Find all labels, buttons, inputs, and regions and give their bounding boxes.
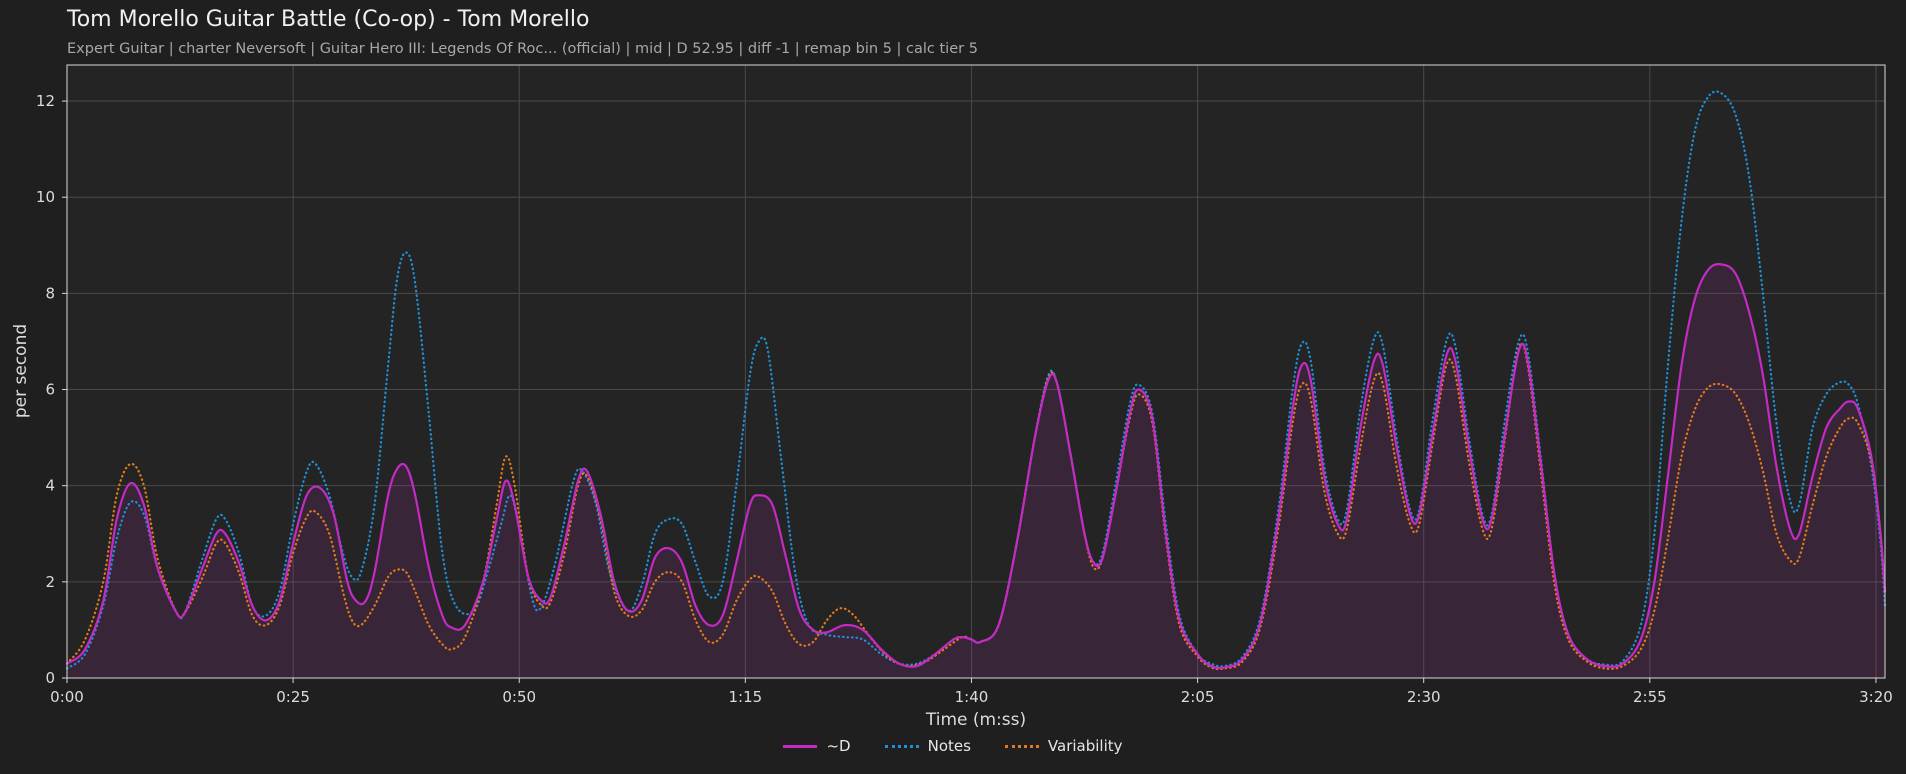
y-tick-label: 0: [45, 669, 55, 687]
y-tick-label: 6: [45, 381, 55, 399]
legend-item-notes: Notes: [884, 737, 971, 755]
x-tick-label: 0:25: [276, 688, 310, 706]
x-tick-label: 1:15: [729, 688, 763, 706]
x-tick-label: 0:00: [50, 688, 84, 706]
y-axis-label: per second: [11, 324, 31, 418]
y-tick-label: 12: [36, 92, 55, 110]
x-tick-label: 2:30: [1407, 688, 1441, 706]
x-tick-label: 1:40: [955, 688, 989, 706]
x-axis-label: Time (m:ss): [925, 710, 1026, 730]
x-tick-label: 2:55: [1633, 688, 1667, 706]
x-tick-label: 0:50: [502, 688, 536, 706]
legend-swatch-d: [783, 744, 818, 748]
legend-item-d: ~D: [783, 737, 851, 755]
x-tick-label: 3:20: [1859, 688, 1893, 706]
legend-item-variability: Variability: [1004, 737, 1123, 755]
legend: ~D Notes Variability: [0, 737, 1906, 755]
y-tick-label: 10: [36, 188, 55, 206]
legend-label-notes: Notes: [927, 737, 971, 755]
legend-label-variability: Variability: [1047, 737, 1123, 755]
y-tick-label: 8: [45, 284, 55, 302]
y-tick-label: 2: [45, 573, 55, 591]
legend-swatch-notes: [884, 744, 919, 748]
chart-area: 0:00 0:25 0:50 1:15 1:40 2:05 2:30 2:55 3:20 0 2 4 6…: [11, 64, 1893, 730]
x-tick-label: 2:05: [1181, 688, 1215, 706]
y-tick-label: 4: [45, 477, 55, 495]
legend-label-d: ~D: [826, 737, 851, 755]
legend-swatch-variability: [1004, 744, 1039, 748]
